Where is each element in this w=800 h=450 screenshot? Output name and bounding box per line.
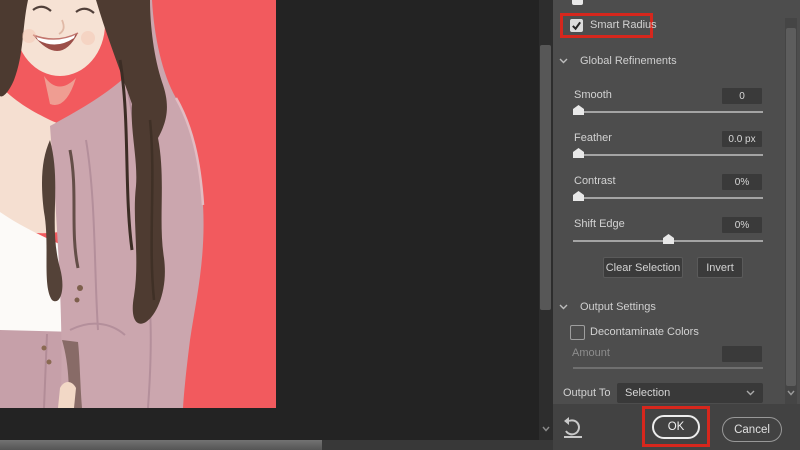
vertical-scrollbar-thumb[interactable] (540, 45, 551, 310)
check-icon (572, 21, 581, 31)
smart-radius-checkbox[interactable] (570, 19, 583, 32)
select-and-mask-workspace: Smart Radius Global Refinements Smooth 0… (0, 0, 800, 450)
invert-button[interactable]: Invert (697, 257, 743, 278)
contrast-slider-thumb[interactable] (573, 191, 584, 201)
chevron-down-icon (746, 390, 755, 396)
smooth-value-field[interactable]: 0 (722, 88, 762, 104)
decontaminate-colors-checkbox[interactable] (570, 325, 585, 340)
smooth-label: Smooth (574, 89, 612, 101)
smooth-slider-row: Smooth 0 (573, 88, 763, 122)
chevron-down-icon[interactable] (559, 304, 568, 310)
chevron-down-icon[interactable] (787, 390, 795, 396)
contrast-label: Contrast (574, 175, 616, 187)
ok-button[interactable]: OK (652, 414, 700, 439)
output-to-dropdown[interactable]: Selection (617, 383, 763, 403)
feather-value-field[interactable]: 0.0 px (722, 131, 762, 147)
smooth-slider-thumb[interactable] (573, 105, 584, 115)
contrast-value-field[interactable]: 0% (722, 174, 762, 190)
canvas-vertical-scrollbar[interactable] (539, 0, 553, 440)
shift-edge-slider-thumb[interactable] (663, 234, 674, 244)
feather-slider-track[interactable] (573, 154, 763, 156)
global-refinements-header[interactable]: Global Refinements (580, 55, 677, 68)
amount-label: Amount (572, 347, 610, 359)
canvas-horizontal-scrollbar[interactable] (0, 440, 553, 450)
feather-slider-row: Feather 0.0 px (573, 131, 763, 165)
output-to-label: Output To (563, 387, 611, 399)
smart-radius-label: Smart Radius (590, 19, 657, 31)
feather-label: Feather (574, 132, 612, 144)
shift-edge-slider-row: Shift Edge 0% (573, 217, 763, 251)
output-to-value: Selection (625, 387, 671, 399)
output-settings-header[interactable]: Output Settings (580, 301, 656, 314)
smart-radius-highlight: Smart Radius (560, 13, 657, 38)
contrast-slider-row: Contrast 0% (573, 174, 763, 208)
horizontal-scrollbar-thumb[interactable] (0, 440, 322, 450)
feather-slider-thumb[interactable] (573, 148, 584, 158)
reset-arrow-icon[interactable] (560, 416, 586, 440)
cancel-button[interactable]: Cancel (722, 417, 782, 442)
chevron-down-icon[interactable] (559, 58, 568, 64)
amount-value-field (722, 346, 762, 362)
chevron-down-icon[interactable] (542, 426, 550, 432)
contrast-slider-track[interactable] (573, 197, 763, 199)
shift-edge-value-field[interactable]: 0% (722, 217, 762, 233)
panel-scrollbar[interactable] (785, 18, 797, 404)
clear-selection-button[interactable]: Clear Selection (603, 257, 683, 278)
decontaminate-colors-label: Decontaminate Colors (590, 326, 699, 338)
panel-scrollbar-thumb[interactable] (786, 28, 796, 386)
smooth-slider-track[interactable] (573, 111, 763, 113)
shift-edge-label: Shift Edge (574, 218, 625, 230)
photo-canvas[interactable] (0, 0, 276, 408)
radius-slider-thumb[interactable] (572, 0, 583, 5)
ok-button-highlight: OK (642, 406, 710, 447)
amount-slider-track (573, 367, 763, 369)
